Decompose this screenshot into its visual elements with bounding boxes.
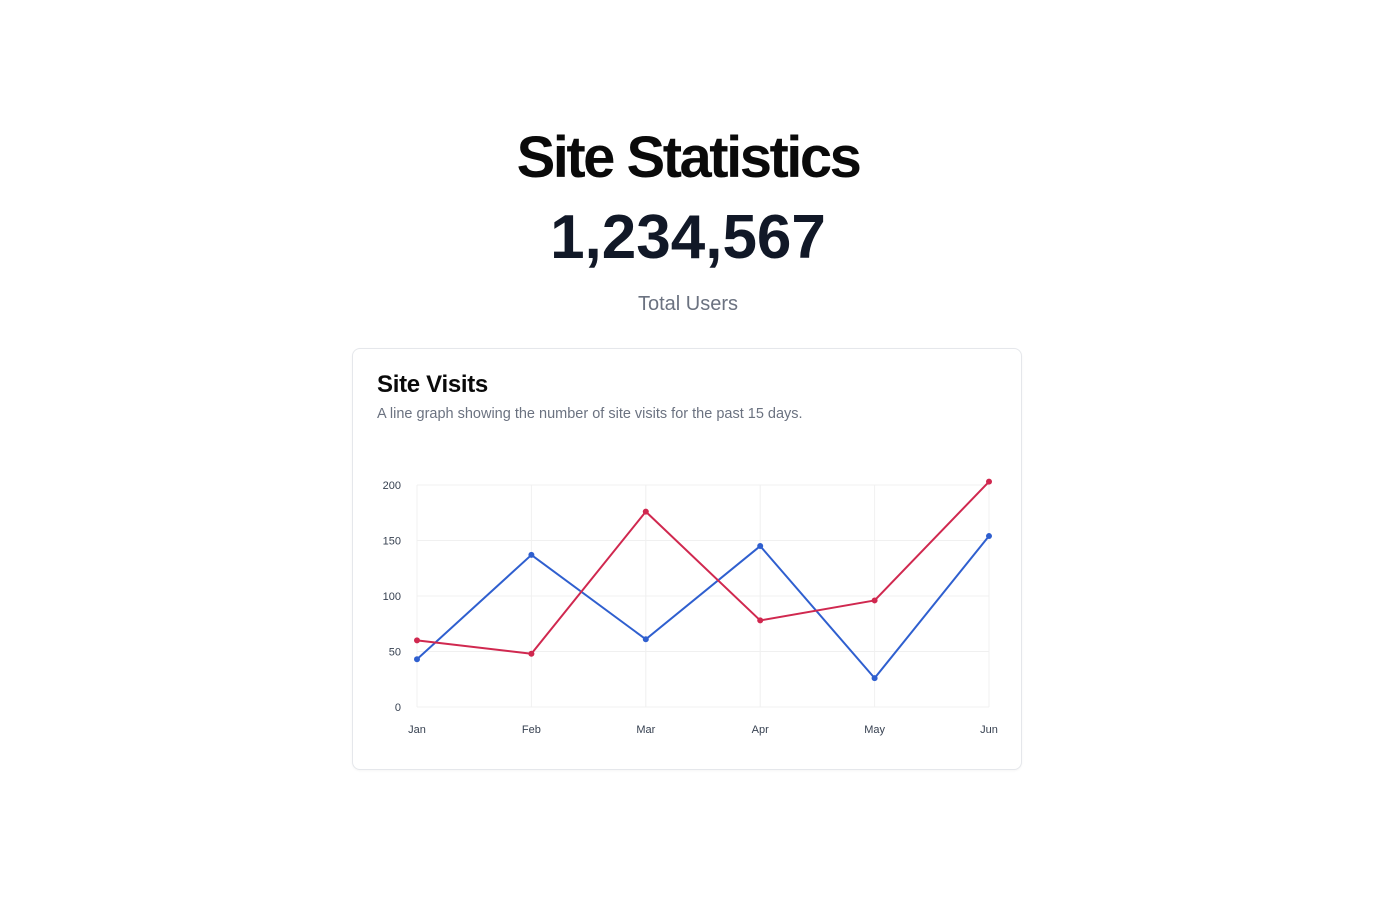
hero-section: Site Statistics 1,234,567 Total Users <box>0 118 1376 318</box>
data-point <box>528 650 535 657</box>
x-tick-label: Apr <box>752 724 769 736</box>
x-tick-label: Jun <box>980 724 998 736</box>
y-tick-label: 150 <box>383 536 401 548</box>
data-point <box>414 637 420 644</box>
data-point <box>986 478 992 485</box>
data-point <box>757 543 764 550</box>
series-line-2 <box>416 480 990 655</box>
data-point <box>528 551 535 558</box>
data-point <box>414 656 420 663</box>
x-tick-label: May <box>864 724 885 736</box>
line-chart: 0 50 100 150 200 Jan Feb Mar Apr May Jun <box>383 478 998 736</box>
data-point <box>871 597 878 604</box>
data-point <box>986 533 992 540</box>
total-users-value: 1,234,567 <box>550 203 826 272</box>
page: Site Statistics 1,234,567 Total Users Si… <box>0 0 1376 900</box>
data-point <box>757 617 764 624</box>
x-tick-label: Mar <box>636 724 655 736</box>
data-point <box>642 636 649 643</box>
y-tick-label: 100 <box>383 591 401 603</box>
y-tick-label: 0 <box>395 702 401 714</box>
y-tick-label: 200 <box>383 480 401 492</box>
y-tick-label: 50 <box>389 647 401 659</box>
total-users-label: Total Users <box>637 293 739 315</box>
site-visits-card: Site Visits A line graph showing the num… <box>352 348 1022 770</box>
page-title: Site Statistics <box>516 125 862 190</box>
x-tick-label: Jan <box>408 724 426 736</box>
data-point <box>871 675 878 682</box>
x-tick-label: Feb <box>522 724 541 736</box>
data-point <box>642 508 649 515</box>
series-line-1 <box>416 535 990 680</box>
